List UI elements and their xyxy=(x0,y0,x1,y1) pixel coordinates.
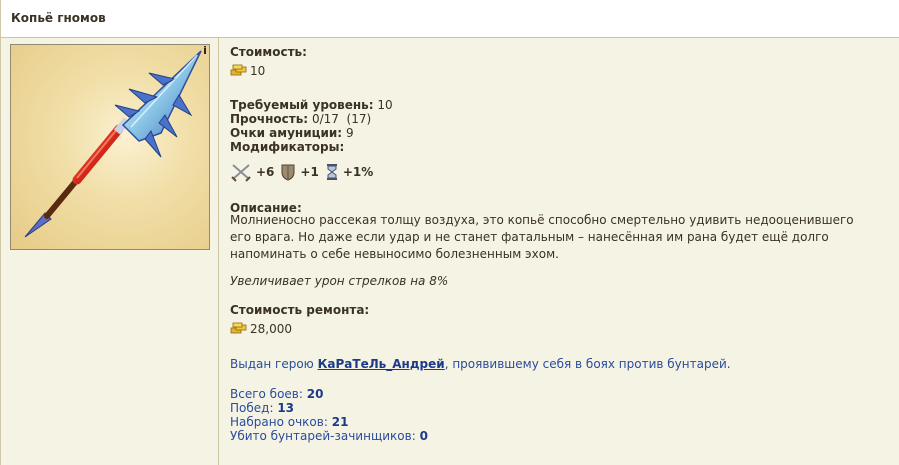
durability-value: 0/17 (17) xyxy=(311,112,372,126)
crossed-swords-icon[interactable] xyxy=(230,162,252,182)
initiative-mod-value: +1% xyxy=(342,164,374,179)
stat-wins: Побед: 13 xyxy=(230,401,295,415)
spear-icon xyxy=(24,50,202,238)
hero-link[interactable]: КаРаТеЛь_Андрей xyxy=(318,357,445,371)
item-image[interactable]: i xyxy=(10,44,210,250)
info-icon[interactable]: i xyxy=(202,45,208,57)
hourglass-icon[interactable] xyxy=(325,163,339,181)
repair-row: 28,000 xyxy=(230,322,292,336)
repair-label: Стоимость ремонта: xyxy=(230,303,370,317)
panel-header: Копьё гномов xyxy=(1,0,899,38)
durability-row: Прочность: 0/17 (17) xyxy=(230,112,372,126)
shield-icon[interactable] xyxy=(280,163,296,181)
bonus-text: Увеличивает урон стрелков на 8% xyxy=(230,274,449,288)
cost-row: 10 xyxy=(230,64,265,78)
stat-total-battles: Всего боев: 20 xyxy=(230,387,324,401)
gold-icon xyxy=(230,64,247,76)
repair-value: 28,000 xyxy=(250,322,292,336)
attack-mod-value: +6 xyxy=(256,164,275,179)
defense-mod-value: +1 xyxy=(300,164,319,179)
level-row: Требуемый уровень: 10 xyxy=(230,98,393,112)
cost-value: 10 xyxy=(250,64,266,78)
modifiers-row: +6 +1 +1% xyxy=(230,162,379,182)
gold-icon xyxy=(230,322,247,334)
modifiers-label: Модификаторы: xyxy=(230,140,345,154)
ammo-row: Очки амуниции: 9 xyxy=(230,126,354,140)
stat-ringleaders-killed: Убито бунтарей-зачинщиков: 0 xyxy=(230,429,428,443)
stat-points: Набрано очков: 21 xyxy=(230,415,349,429)
item-title: Копьё гномов xyxy=(11,11,106,25)
item-panel: Копьё гномов i Стоимость: 10 Требуемый у… xyxy=(0,0,899,465)
cost-label: Стоимость: xyxy=(230,45,307,59)
level-value: 10 xyxy=(377,98,393,112)
item-image-column: i xyxy=(1,38,219,465)
issued-to-line: Выдан герою КаРаТеЛь_Андрей, проявившему… xyxy=(230,357,731,371)
ammo-value: 9 xyxy=(345,126,354,140)
description-text: Молниеносно рассекая толщу воздуха, это … xyxy=(230,213,854,261)
